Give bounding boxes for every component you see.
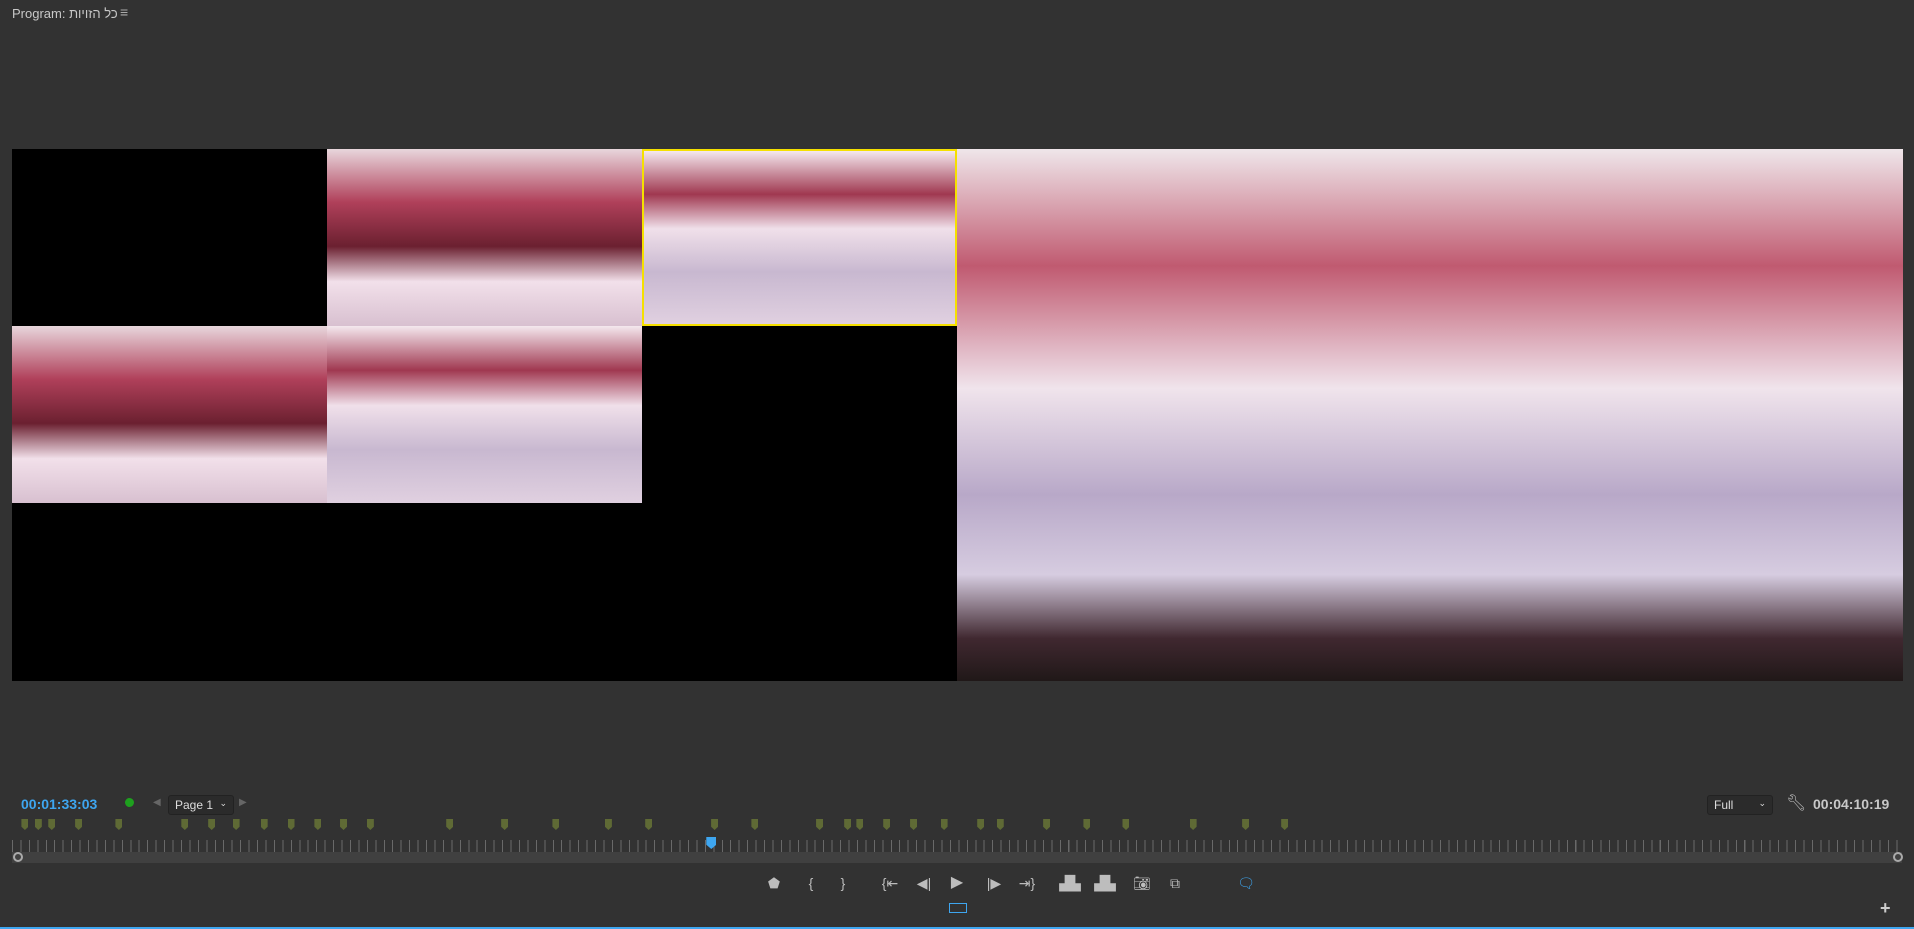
marker[interactable] xyxy=(940,819,948,830)
current-timecode[interactable]: 00:01:33:03 xyxy=(21,796,97,812)
marker[interactable] xyxy=(1122,819,1130,830)
multicam-grid[interactable] xyxy=(12,149,957,681)
marker[interactable] xyxy=(910,819,918,830)
camera-5[interactable] xyxy=(327,326,642,503)
marker[interactable] xyxy=(604,819,612,830)
zoom-select-value: Full xyxy=(1714,798,1734,812)
scroll-start-handle[interactable] xyxy=(13,852,23,862)
extract-button[interactable]: ▟▙ xyxy=(1093,873,1117,893)
chevron-down-icon: ⌄ xyxy=(219,798,227,808)
wrench-icon[interactable]: 🔧︎ xyxy=(1786,793,1806,813)
page-select[interactable]: Page 1 ⌄ xyxy=(168,795,234,815)
mark-in-button[interactable]: { xyxy=(799,873,823,893)
marker[interactable] xyxy=(977,819,985,830)
marker[interactable] xyxy=(446,819,454,830)
hamburger-icon[interactable]: ≡ xyxy=(120,4,128,20)
marker[interactable] xyxy=(883,819,891,830)
marker[interactable] xyxy=(366,819,374,830)
marker[interactable] xyxy=(48,819,56,830)
add-marker-button[interactable]: ⬟ xyxy=(762,873,786,893)
marker[interactable] xyxy=(645,819,653,830)
go-to-in-button[interactable]: {⇤ xyxy=(878,873,902,893)
program-preview xyxy=(957,149,1903,681)
export-frame-camera-icon[interactable]: 📷︎ xyxy=(1130,873,1154,893)
page-select-value: Page 1 xyxy=(175,798,214,812)
marker[interactable] xyxy=(711,819,719,830)
marker[interactable] xyxy=(1189,819,1197,830)
go-to-out-button[interactable]: ⇥} xyxy=(1015,873,1039,893)
marker[interactable] xyxy=(34,819,42,830)
zoom-select[interactable]: Full ⌄ xyxy=(1707,795,1773,815)
add-button-plus-icon[interactable]: + xyxy=(1880,898,1891,919)
mark-out-button[interactable]: } xyxy=(831,873,855,893)
camera-6-empty[interactable] xyxy=(642,326,957,503)
marker[interactable] xyxy=(501,819,509,830)
step-forward-button[interactable]: |▶ xyxy=(982,873,1006,893)
play-button[interactable]: ▶ xyxy=(945,873,969,893)
marker[interactable] xyxy=(287,819,295,830)
duration-timecode: 00:04:10:19 xyxy=(1813,796,1890,812)
marker[interactable] xyxy=(340,819,348,830)
marker[interactable] xyxy=(1242,819,1250,830)
multicam-view-toggle-icon[interactable] xyxy=(949,903,967,913)
camera-2[interactable] xyxy=(327,149,642,326)
marker[interactable] xyxy=(314,819,322,830)
comparison-view-button[interactable]: ⧉ xyxy=(1163,873,1187,893)
next-page-icon[interactable]: ▶ xyxy=(239,797,247,808)
camera-1-empty[interactable] xyxy=(12,149,327,326)
lift-button[interactable]: ▟▙ xyxy=(1058,873,1082,893)
marker[interactable] xyxy=(75,819,83,830)
marker[interactable] xyxy=(260,819,268,830)
status-dot-icon xyxy=(125,798,134,807)
marker[interactable] xyxy=(856,819,864,830)
captions-button[interactable]: 🗨︎ xyxy=(1234,873,1258,893)
marker[interactable] xyxy=(1083,819,1091,830)
camera-3-active[interactable] xyxy=(642,149,957,326)
marker[interactable] xyxy=(181,819,189,830)
marker[interactable] xyxy=(115,819,123,830)
zoom-scrollbar[interactable] xyxy=(12,852,1902,863)
marker[interactable] xyxy=(208,819,216,830)
marker[interactable] xyxy=(21,819,29,830)
time-ruler[interactable] xyxy=(12,840,1902,852)
panel-title[interactable]: Program: כל הזויות xyxy=(12,6,118,21)
chevron-down-icon: ⌄ xyxy=(1758,798,1766,808)
prev-page-icon[interactable]: ◀ xyxy=(153,797,161,808)
marker[interactable] xyxy=(816,819,824,830)
scroll-end-handle[interactable] xyxy=(1893,852,1903,862)
camera-4[interactable] xyxy=(12,326,327,503)
marker[interactable] xyxy=(996,819,1004,830)
marker[interactable] xyxy=(844,819,852,830)
marker[interactable] xyxy=(751,819,759,830)
step-back-button[interactable]: ◀| xyxy=(912,873,936,893)
marker[interactable] xyxy=(1043,819,1051,830)
marker[interactable] xyxy=(232,819,240,830)
marker[interactable] xyxy=(1281,819,1289,830)
marker[interactable] xyxy=(552,819,560,830)
